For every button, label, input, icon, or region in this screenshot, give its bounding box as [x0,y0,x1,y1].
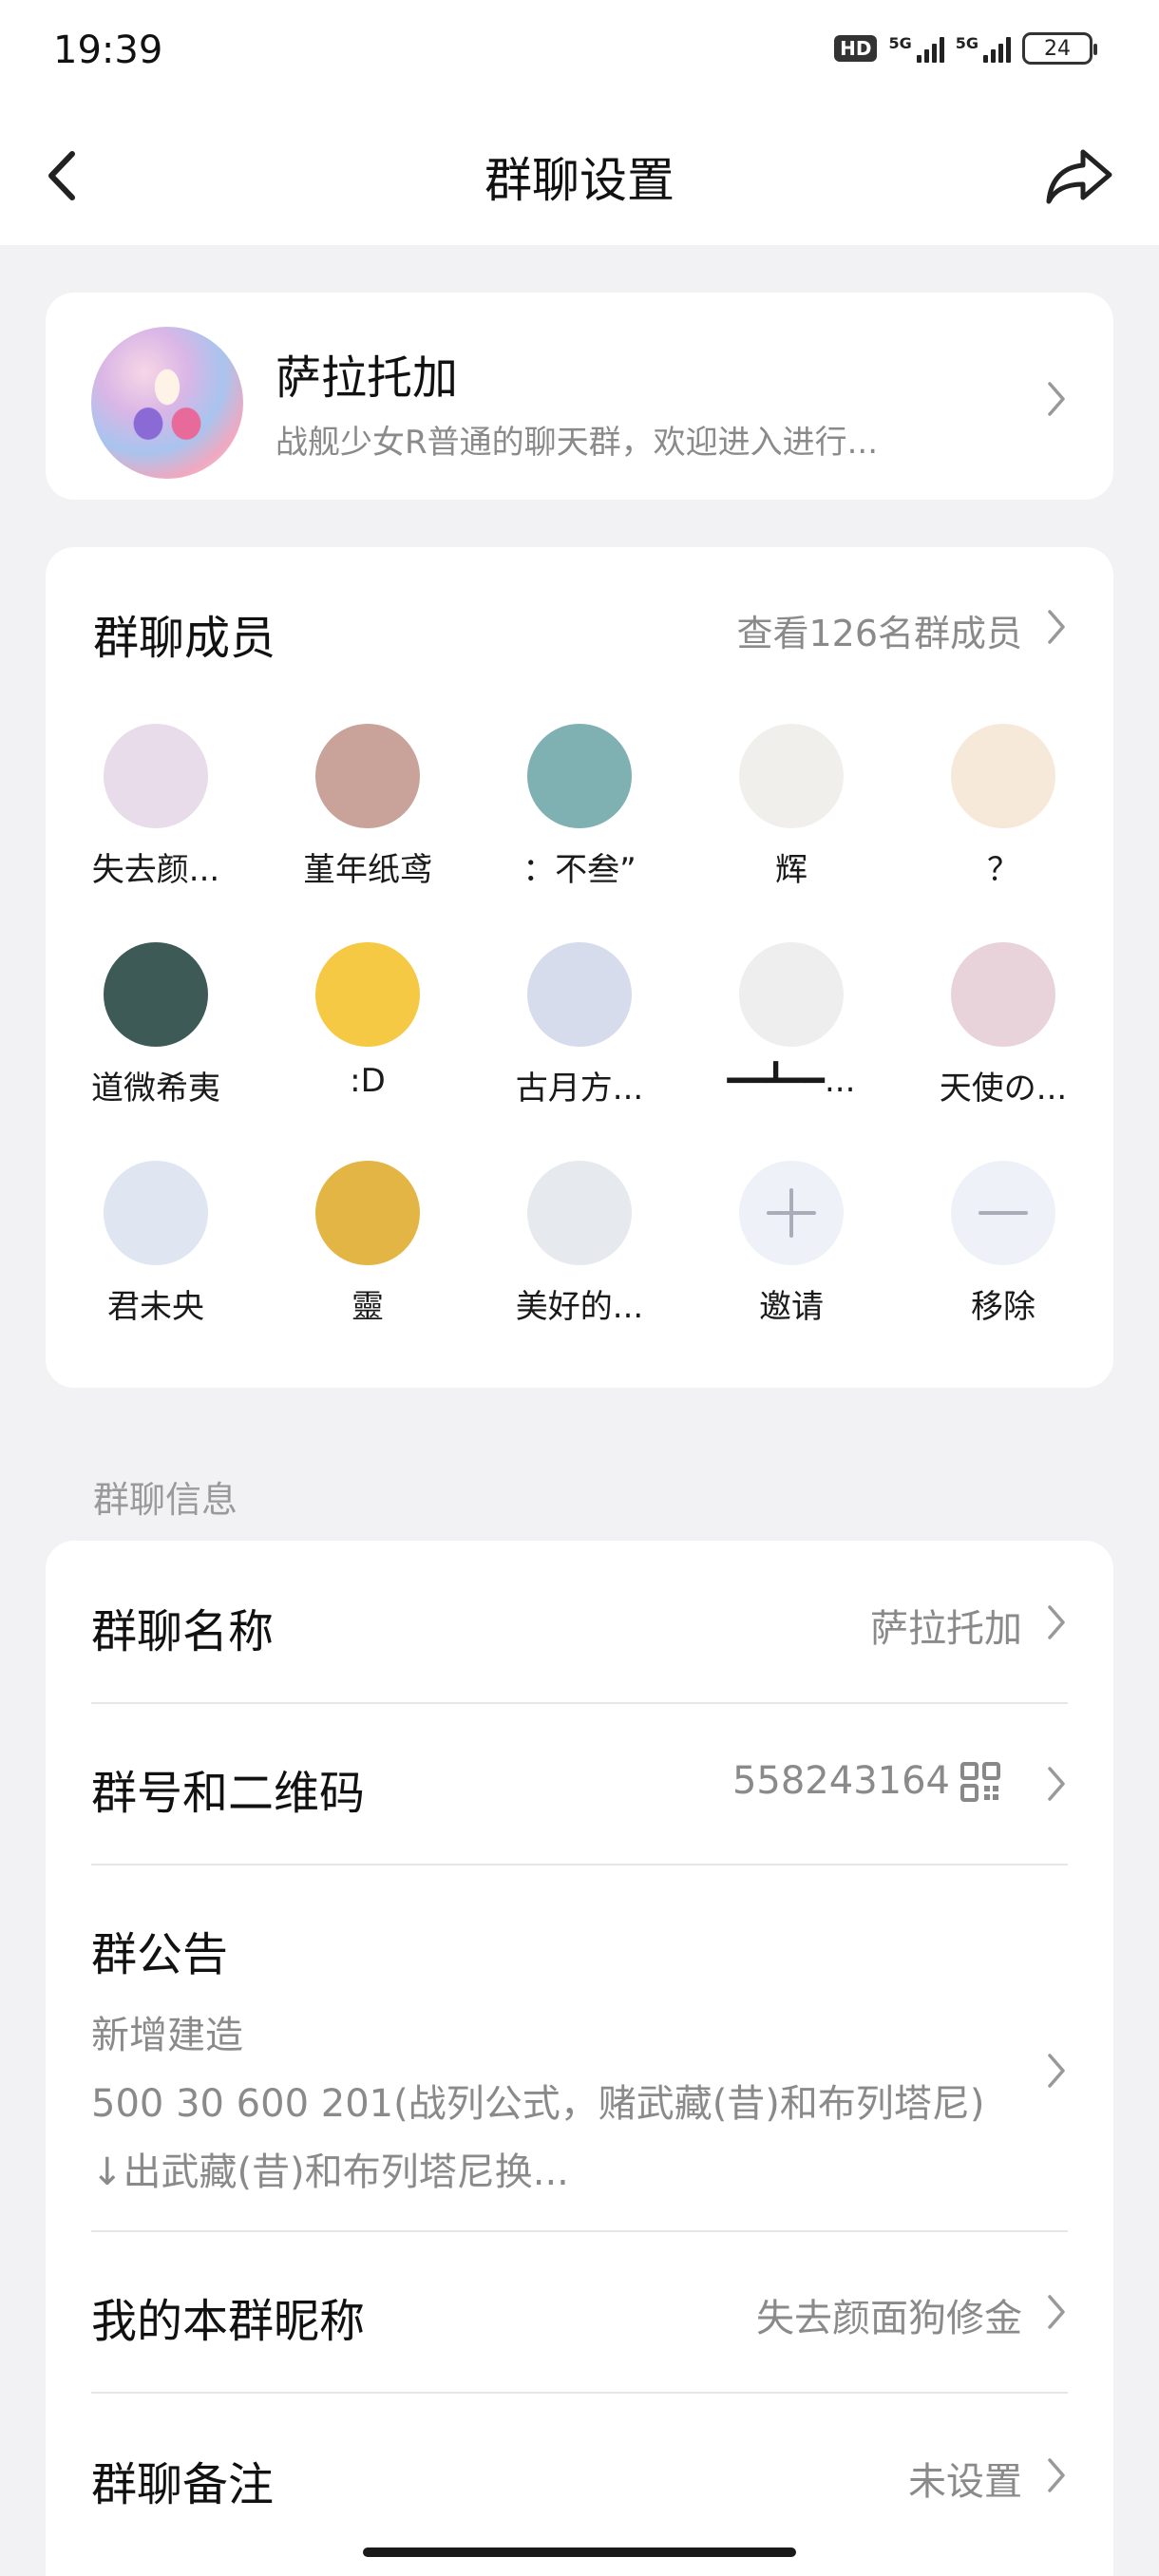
member-avatar [104,942,208,1047]
invite-label: 邀请 [759,1288,824,1326]
page-title: 群聊设置 [484,153,674,208]
member-avatar [951,724,1055,828]
member-name: 道微希夷 [91,1070,220,1108]
group-id-value: 558243164 [732,1759,950,1803]
chevron-right-icon [1048,2295,1065,2329]
member-avatar [951,942,1055,1047]
group-name-row[interactable]: 群聊名称 萨拉托加 [46,1541,1113,1702]
signal-icon-1: 5G [888,34,944,63]
member-name: :D [350,1062,386,1100]
member-avatar [527,942,632,1047]
share-icon[interactable] [1043,142,1115,209]
group-remark-value: 未设置 [908,2460,1022,2504]
member-avatar [315,724,420,828]
signal-icon-2: 5G [956,34,1011,63]
my-nickname-row[interactable]: 我的本群昵称 失去颜面狗修金 [46,2232,1113,2392]
member-item[interactable]: 道微希夷 [61,942,251,1108]
section-label-group-info: 群聊信息 [93,1479,238,1521]
member-item[interactable]: 天使の... [908,942,1098,1108]
chevron-right-icon [1048,1605,1065,1639]
member-name: 君未央 [107,1288,204,1326]
member-avatar [315,1161,420,1265]
group-remark-row[interactable]: 群聊备注 未设置 [46,2394,1113,2555]
member-item[interactable]: 失去颜... [61,724,251,890]
status-bar: 19:39 HD 5G 5G 24 [0,0,1159,104]
nav-bar: 群聊设置 [0,104,1159,245]
member-item[interactable]: 美好的... [484,1161,674,1327]
member-avatar [739,942,844,1047]
home-indicator[interactable] [363,2548,796,2557]
status-icons: HD 5G 5G 24 [834,32,1097,65]
member-avatar [527,724,632,828]
signal-label-2: 5G [955,34,978,52]
member-avatar [315,942,420,1047]
member-avatar [104,724,208,828]
signal-label-1: 5G [888,34,912,52]
notice-line-1: 新增建造 [91,2014,243,2057]
group-id-qr-row[interactable]: 群号和二维码 558243164 [46,1704,1113,1864]
group-id-label: 群号和二维码 [91,1767,366,1820]
remove-member-button[interactable]: 移除 [908,1161,1098,1327]
members-section-title: 群聊成员 [93,612,276,665]
group-avatar[interactable] [91,327,243,479]
chevron-right-icon [1048,2054,1065,2088]
member-name: 靈 [352,1288,384,1326]
group-members-card: 群聊成员 查看126名群成员 失去颜... 堇年纸鸢 ：不叁” 辉 ？ 道微希夷… [46,547,1113,1388]
member-item[interactable]: 靈 [273,1161,463,1327]
member-name: 古月方... [515,1070,644,1108]
remove-label: 移除 [971,1288,1036,1326]
member-item[interactable]: :D [273,942,463,1100]
member-name: ：不叁” [522,851,636,889]
minus-icon[interactable] [951,1161,1055,1265]
chevron-right-icon [1048,2458,1065,2492]
plus-icon[interactable] [739,1161,844,1265]
chevron-right-icon[interactable] [1045,608,1068,646]
invite-member-button[interactable]: 邀请 [696,1161,886,1327]
member-item[interactable]: 辉 [696,724,886,890]
group-settings-page: 19:39 HD 5G 5G 24 群聊设置 萨拉托加 战舰少女R普通的聊天群，… [0,0,1159,2576]
member-item[interactable]: 君未央 [61,1161,251,1327]
member-name: 美好的... [515,1288,644,1326]
battery-level: 24 [1044,36,1071,61]
group-description: 战舰少女R普通的聊天群，欢迎进入进行... [276,424,879,462]
hd-voice-icon: HD [834,35,878,62]
group-name-label: 群聊名称 [91,1605,275,1658]
member-item[interactable]: 古月方... [484,942,674,1108]
qr-code-icon [960,1762,1000,1802]
member-name: 堇年纸鸢 [303,851,432,889]
member-name: 天使の... [939,1070,1068,1108]
member-name: 辉 [775,851,808,889]
member-item[interactable]: 堇年纸鸢 [273,724,463,890]
group-info-card: 群聊名称 萨拉托加 群号和二维码 558243164 群公告 新增建造 500 … [46,1541,1113,2576]
member-item[interactable]: ━━┻━━... [696,942,886,1100]
my-nickname-label: 我的本群昵称 [91,2295,366,2348]
member-avatar [104,1161,208,1265]
status-time: 19:39 [53,28,163,72]
member-name: ━━┻━━... [727,1062,856,1100]
group-remark-label: 群聊备注 [91,2458,275,2511]
member-avatar [739,724,844,828]
member-item[interactable]: ：不叁” [484,724,674,890]
chevron-right-icon [1048,382,1065,416]
group-name: 萨拉托加 [276,351,459,405]
group-notice-row[interactable]: 群公告 新增建造 500 30 600 201(战列公式，赌武藏(昔)和布列塔尼… [46,1866,1113,2230]
group-profile-card[interactable]: 萨拉托加 战舰少女R普通的聊天群，欢迎进入进行... [46,293,1113,500]
group-name-value: 萨拉托加 [870,1607,1022,1651]
notice-line-2: 500 30 600 201(战列公式，赌武藏(昔)和布列塔尼) [91,2082,985,2126]
group-notice-label: 群公告 [91,1928,229,1981]
member-avatar [527,1161,632,1265]
notice-line-3: ↓出武藏(昔)和布列塔尼换... [91,2150,569,2194]
member-name: ？ [987,851,1019,889]
member-name: 失去颜... [91,851,220,889]
view-all-members-link[interactable]: 查看126名群成员 [736,604,1022,656]
my-nickname-value: 失去颜面狗修金 [756,2297,1022,2340]
battery-icon: 24 [1022,32,1097,65]
chevron-right-icon [1048,1767,1065,1801]
member-item[interactable]: ？ [908,724,1098,890]
